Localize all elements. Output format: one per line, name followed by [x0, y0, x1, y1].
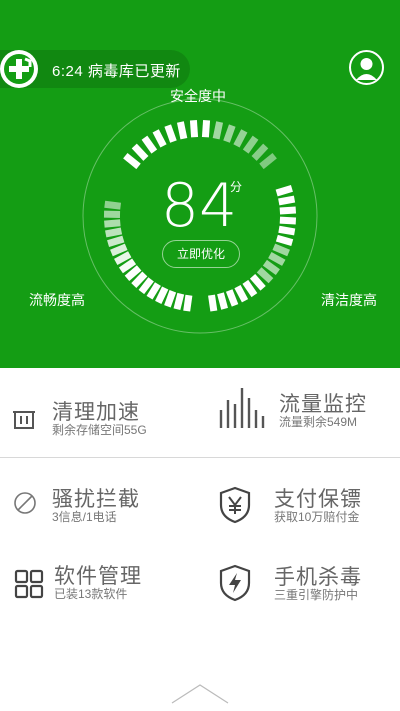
- feature-tile-cleanup[interactable]: 清理加速 剩余存储空间55G: [12, 392, 202, 452]
- block-icon: [14, 492, 36, 514]
- yen-shield-icon: [219, 486, 251, 524]
- feature-subtitle: 获取10万赔付金: [274, 510, 360, 524]
- safety-level-label: 安全度中: [170, 88, 226, 104]
- feature-tile-payment[interactable]: 支付保镖 获取10万赔付金: [218, 482, 400, 542]
- lightning-shield-icon: [219, 564, 251, 602]
- gauge-segment: [278, 225, 296, 236]
- gauge-segment: [275, 185, 293, 197]
- gauge-segment: [279, 216, 297, 225]
- feature-tile-traffic[interactable]: 流量监控 流量剩余549M: [218, 386, 400, 446]
- gauge-segment: [242, 135, 259, 154]
- gauge-segment: [275, 234, 294, 246]
- gauge-segment: [251, 143, 269, 161]
- gauge-segment: [141, 135, 158, 154]
- gauge-segment: [131, 143, 149, 161]
- gauge-segment: [233, 129, 248, 148]
- feature-subtitle: 剩余存储空间55G: [52, 423, 147, 437]
- gauge-segment: [176, 121, 188, 140]
- gauge-segment: [183, 294, 193, 312]
- feature-subtitle: 3信息/1电话: [52, 510, 117, 524]
- optimize-now-button[interactable]: 立即优化: [162, 240, 240, 268]
- chevron-up-icon[interactable]: [170, 683, 230, 707]
- gauge-segment: [201, 119, 211, 138]
- feature-tile-antivirus[interactable]: 手机杀毒 三重引擎防护中: [218, 560, 400, 620]
- feature-tile-apps[interactable]: 软件管理 已装13款软件: [14, 557, 204, 617]
- gauge-segment: [217, 292, 228, 310]
- gauge-segment: [152, 129, 167, 148]
- gauge-segment: [103, 210, 121, 218]
- gauge-segment: [208, 294, 218, 312]
- feature-subtitle: 流量剩余549M: [279, 415, 358, 429]
- gauge-segment: [259, 152, 277, 170]
- gauge-segment: [123, 152, 141, 170]
- gauge-segment: [189, 119, 199, 138]
- feature-subtitle: 三重引擎防护中: [274, 588, 359, 602]
- traffic-bars-icon: [219, 388, 265, 428]
- gauge-segment: [105, 227, 123, 238]
- feature-subtitle: 已装13款软件: [54, 587, 128, 601]
- feature-tile-harassment[interactable]: 骚扰拦截 3信息/1电话: [12, 480, 202, 540]
- gauge-segment: [173, 292, 185, 311]
- gauge-segment: [278, 195, 296, 206]
- cleanliness-level-label: 清洁度高: [321, 292, 377, 308]
- gauge-segment: [104, 219, 121, 228]
- gauge-segment: [164, 124, 177, 143]
- gauge-segment: [279, 206, 297, 215]
- security-score: 84: [160, 171, 238, 241]
- smoothness-level-label: 流畅度高: [29, 292, 85, 308]
- gauge-segment: [223, 124, 236, 143]
- trash-icon: [13, 411, 35, 429]
- score-unit: 分: [230, 180, 243, 194]
- gauge-segment: [104, 200, 122, 210]
- hero-panel: 6:24 病毒库已更新 安全度中 流畅度高 清洁度高 84 分 立即优化: [0, 0, 400, 368]
- gauge-segment: [212, 121, 224, 140]
- section-divider: [0, 457, 400, 458]
- apps-grid-icon: [14, 569, 44, 599]
